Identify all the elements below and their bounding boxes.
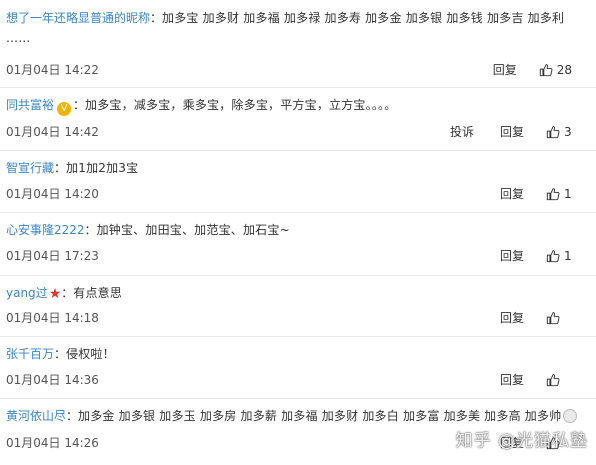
comment-item: 想了一年还略显普通的昵称：加多宝 加多财 加多福 加多禄 加多寿 加多金 加多银… xyxy=(0,0,596,88)
like-count: 1 xyxy=(564,187,572,201)
like-count: 1 xyxy=(564,249,572,263)
thumbs-up-icon xyxy=(546,312,560,325)
reply-button[interactable]: 回复 xyxy=(500,185,524,203)
comment-text: 加钟宝、加田宝、加范宝、加石宝~ xyxy=(96,223,290,237)
like-button[interactable]: 3 xyxy=(546,123,572,141)
thumbs-up-icon xyxy=(546,188,560,201)
comment-text: 加1加2加3宝 xyxy=(66,161,139,175)
thumbs-up-icon xyxy=(546,374,560,387)
separator-colon: ： xyxy=(84,223,97,237)
separator-colon: ： xyxy=(66,409,79,423)
comment-content: yang过★：有点意思 xyxy=(6,284,586,304)
comment-list: 想了一年还略显普通的昵称：加多宝 加多财 加多福 加多禄 加多寿 加多金 加多银… xyxy=(0,0,596,465)
separator-colon: ： xyxy=(54,161,67,175)
comment-content: 心安事隆2222：加钟宝、加田宝、加范宝、加石宝~ xyxy=(6,221,586,240)
comment-time: 01月04日 14:22 xyxy=(6,63,99,77)
comment-actions: 回复 1 xyxy=(500,247,572,265)
comment-username[interactable]: yang过 xyxy=(6,286,48,300)
like-button[interactable]: 1 xyxy=(546,247,572,265)
comment-username[interactable]: 心安事隆2222 xyxy=(6,223,85,237)
reply-button[interactable]: 回复 xyxy=(500,247,524,265)
comment-item: 智宣行藏：加1加2加3宝 01月04日 14:20 回复 1 xyxy=(0,151,596,213)
comment-content: 同共富裕 V ：加多宝，减多宝，乘多宝，除多宝，平方宝，立方宝。。。。 xyxy=(6,96,586,116)
like-count: 28 xyxy=(556,63,572,77)
thumbs-up-icon xyxy=(546,126,560,139)
comment-time: 01月04日 14:36 xyxy=(6,373,99,387)
comment-item: 同共富裕 V ：加多宝，减多宝，乘多宝，除多宝，平方宝，立方宝。。。。 01月04日… xyxy=(0,88,596,151)
reply-button[interactable]: 回复 xyxy=(500,371,524,389)
thumbs-up-icon xyxy=(539,64,553,77)
comment-username[interactable]: 想了一年还略显普通的昵称 xyxy=(6,11,150,25)
comment-content: 想了一年还略显普通的昵称：加多宝 加多财 加多福 加多禄 加多寿 加多金 加多银… xyxy=(6,8,586,48)
comment-actions: 回复 1 xyxy=(500,185,572,203)
comment-time: 01月04日 17:23 xyxy=(6,249,99,263)
emoji-icon xyxy=(563,409,578,423)
star-badge-icon: ★ xyxy=(48,286,62,302)
like-button[interactable] xyxy=(546,373,572,387)
comment-username[interactable]: 智宣行藏 xyxy=(6,161,54,175)
comment-time: 01月04日 14:20 xyxy=(6,187,99,201)
comment-item: 心安事隆2222：加钟宝、加田宝、加范宝、加石宝~ 01月04日 17:23 回… xyxy=(0,213,596,276)
separator-colon: ： xyxy=(73,98,86,112)
like-button[interactable] xyxy=(546,311,572,325)
reply-button[interactable]: 回复 xyxy=(493,61,517,79)
report-button[interactable]: 投诉 xyxy=(450,123,474,141)
comment-username[interactable]: 张千百万 xyxy=(6,347,54,361)
comment-time: 01月04日 14:26 xyxy=(6,436,99,450)
comment-username[interactable]: 黄河依山尽 xyxy=(6,409,66,423)
verified-badge-icon: V xyxy=(57,102,72,116)
comment-content: 智宣行藏：加1加2加3宝 xyxy=(6,159,586,178)
comment-item: 张千百万：侵权啦！ 01月04日 14:36 回复 xyxy=(0,337,596,399)
like-button[interactable]: 28 xyxy=(539,61,572,79)
comment-actions: 回复 xyxy=(500,371,572,389)
separator-colon: ： xyxy=(54,347,67,361)
comment-text: 加多宝，减多宝，乘多宝，除多宝，平方宝，立方宝。。。。 xyxy=(85,98,397,112)
comment-time: 01月04日 14:42 xyxy=(6,125,99,139)
comment-content: 黄河依山尽：加多金 加多银 加多玉 加多房 加多薪 加多福 加多财 加多白 加多… xyxy=(6,407,586,426)
comment-actions: 回复 xyxy=(500,309,572,327)
like-button[interactable]: 1 xyxy=(546,185,572,203)
comment-text: 加多金 加多银 加多玉 加多房 加多薪 加多福 加多财 加多白 加多富 加多美 … xyxy=(78,409,562,423)
reply-button[interactable]: 回复 xyxy=(500,123,524,141)
comment-item: yang过★：有点意思 01月04日 14:18 回复 xyxy=(0,276,596,337)
comment-time: 01月04日 14:18 xyxy=(6,311,99,325)
separator-colon: ： xyxy=(61,286,74,300)
like-count: 3 xyxy=(564,125,572,139)
thumbs-up-icon xyxy=(546,250,560,263)
comment-actions: 投诉 回复 3 xyxy=(450,123,572,141)
reply-button[interactable]: 回复 xyxy=(500,309,524,327)
watermark: 知乎 @光猫私塾 xyxy=(455,431,588,451)
comment-text: 侵权啦！ xyxy=(66,347,115,361)
comment-content: 张千百万：侵权啦！ xyxy=(6,345,586,364)
comment-username[interactable]: 同共富裕 xyxy=(6,98,54,112)
comment-actions: 回复 28 xyxy=(493,61,572,79)
separator-colon: ： xyxy=(150,11,163,25)
comment-text: 有点意思 xyxy=(73,286,123,300)
